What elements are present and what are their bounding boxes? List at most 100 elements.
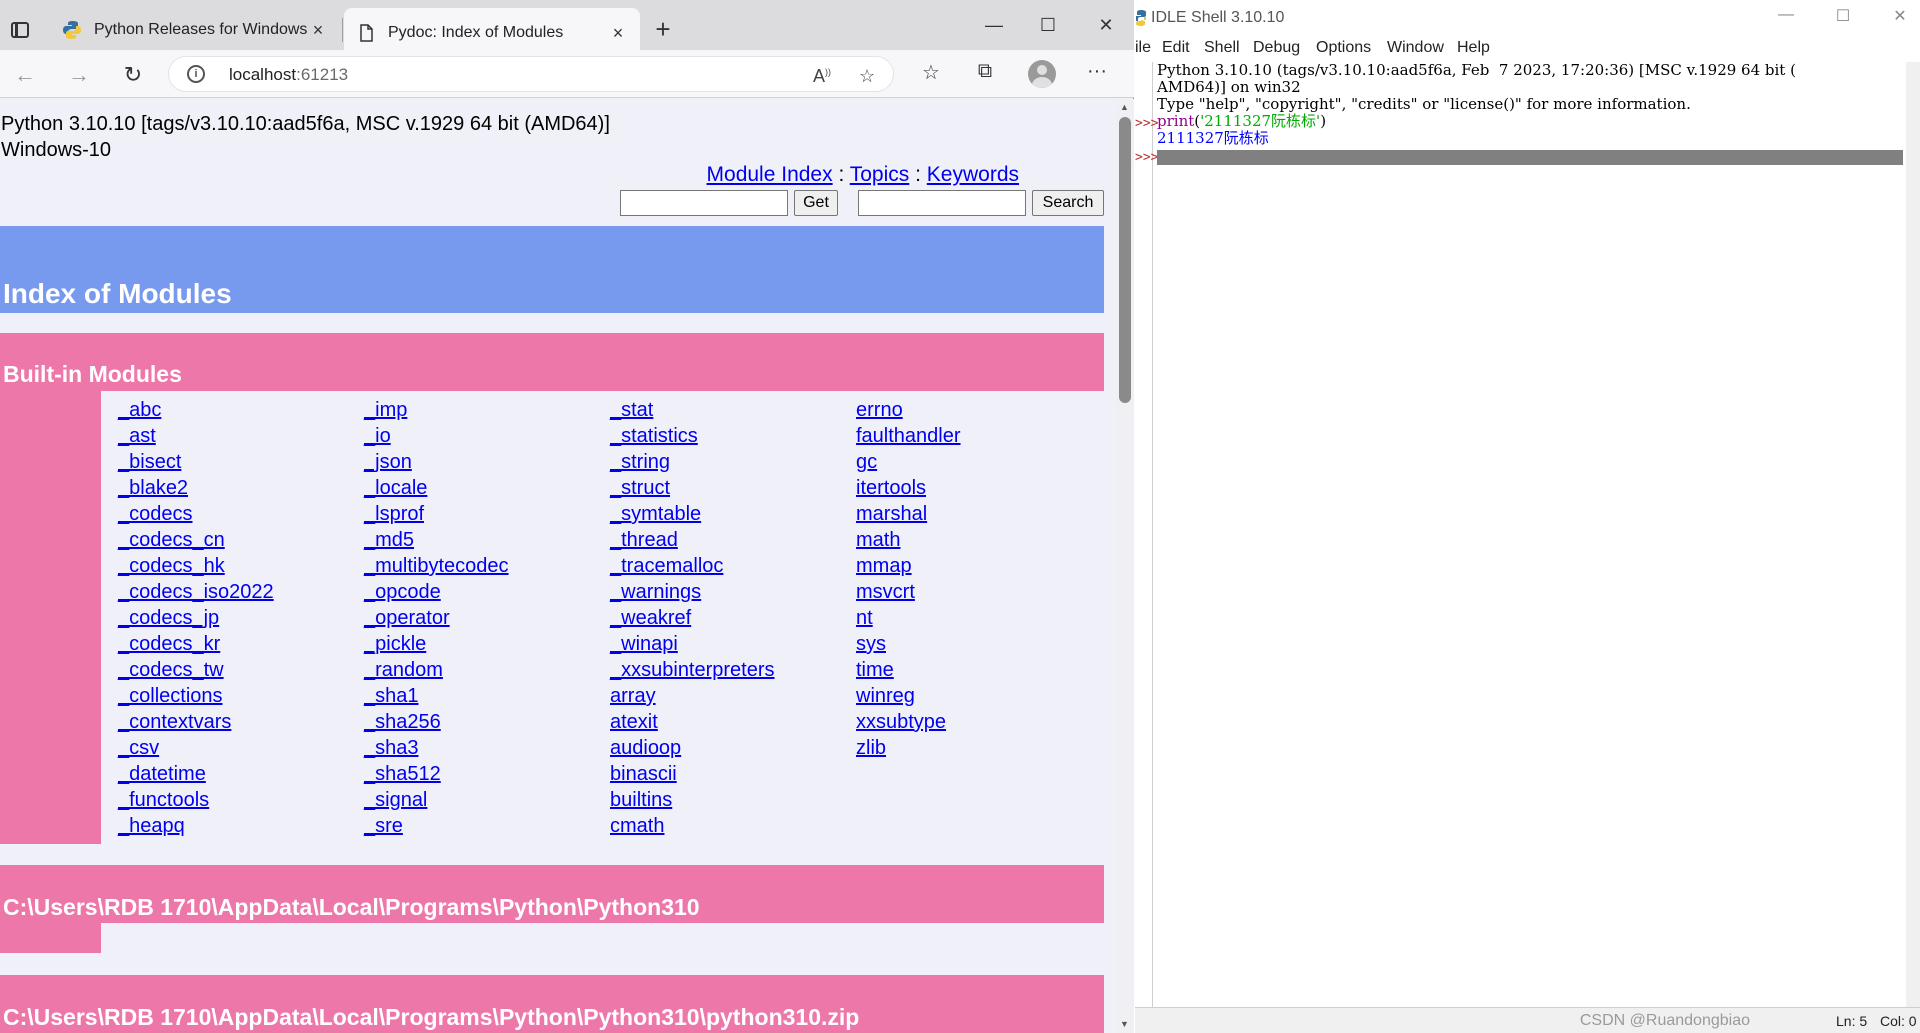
- back-button[interactable]: ←: [10, 60, 40, 90]
- module-link[interactable]: _codecs: [118, 501, 274, 527]
- menu-file[interactable]: ile: [1135, 39, 1151, 57]
- favorites-icon[interactable]: ☆: [916, 60, 946, 85]
- module-link[interactable]: _multibytecodec: [364, 553, 509, 579]
- module-link[interactable]: sys: [856, 631, 961, 657]
- search-button[interactable]: Search: [1032, 190, 1104, 216]
- module-link[interactable]: _heapq: [118, 813, 274, 839]
- module-link[interactable]: audioop: [610, 735, 775, 761]
- module-link[interactable]: _codecs_jp: [118, 605, 274, 631]
- module-link[interactable]: _csv: [118, 735, 274, 761]
- module-link[interactable]: _sha3: [364, 735, 509, 761]
- module-link[interactable]: _xxsubinterpreters: [610, 657, 775, 683]
- tab-close-icon[interactable]: ×: [308, 20, 328, 41]
- tab-close-icon[interactable]: ×: [608, 23, 628, 44]
- module-link[interactable]: time: [856, 657, 961, 683]
- menu-options[interactable]: Options: [1316, 39, 1371, 57]
- forward-button[interactable]: →: [64, 60, 94, 90]
- idle-maximize-button[interactable]: ☐: [1823, 6, 1863, 26]
- module-link[interactable]: _thread: [610, 527, 775, 553]
- module-link[interactable]: _bisect: [118, 449, 274, 475]
- module-link[interactable]: _stat: [610, 397, 775, 423]
- address-bar[interactable]: i localhost:61213 A)) ☆: [168, 56, 894, 92]
- module-link[interactable]: _operator: [364, 605, 509, 631]
- topics-link[interactable]: Topics: [850, 163, 910, 186]
- new-tab-button[interactable]: +: [648, 16, 678, 46]
- keywords-link[interactable]: Keywords: [927, 163, 1019, 186]
- idle-minimize-button[interactable]: —: [1766, 6, 1806, 24]
- search-input[interactable]: [858, 190, 1026, 216]
- module-link[interactable]: xxsubtype: [856, 709, 961, 735]
- module-link[interactable]: _lsprof: [364, 501, 509, 527]
- module-link[interactable]: _contextvars: [118, 709, 274, 735]
- module-link[interactable]: _md5: [364, 527, 509, 553]
- collections-icon[interactable]: ⧉: [970, 60, 1000, 83]
- module-link[interactable]: winreg: [856, 683, 961, 709]
- module-link[interactable]: _datetime: [118, 761, 274, 787]
- maximize-button[interactable]: ☐: [1028, 10, 1068, 40]
- module-link[interactable]: itertools: [856, 475, 961, 501]
- module-link[interactable]: _locale: [364, 475, 509, 501]
- menu-debug[interactable]: Debug: [1253, 39, 1300, 57]
- module-link[interactable]: gc: [856, 449, 961, 475]
- module-link[interactable]: _statistics: [610, 423, 775, 449]
- page-scrollbar[interactable]: ▲ ▼: [1116, 99, 1134, 1033]
- module-link[interactable]: _sha1: [364, 683, 509, 709]
- site-info-icon[interactable]: i: [187, 65, 205, 83]
- module-link[interactable]: _codecs_kr: [118, 631, 274, 657]
- module-link[interactable]: _tracemalloc: [610, 553, 775, 579]
- module-link[interactable]: _json: [364, 449, 509, 475]
- refresh-button[interactable]: ↻: [118, 60, 148, 90]
- favorite-add-icon[interactable]: ☆: [859, 66, 875, 87]
- menu-help[interactable]: Help: [1457, 39, 1490, 57]
- module-link[interactable]: _struct: [610, 475, 775, 501]
- module-link[interactable]: errno: [856, 397, 961, 423]
- idle-close-button[interactable]: ✕: [1880, 6, 1920, 26]
- module-link[interactable]: _blake2: [118, 475, 274, 501]
- module-link[interactable]: marshal: [856, 501, 961, 527]
- module-link[interactable]: binascii: [610, 761, 775, 787]
- module-link[interactable]: _sha256: [364, 709, 509, 735]
- module-link[interactable]: builtins: [610, 787, 775, 813]
- module-link[interactable]: _imp: [364, 397, 509, 423]
- more-menu-button[interactable]: ···: [1082, 60, 1112, 83]
- scroll-down-icon[interactable]: ▼: [1120, 1019, 1129, 1029]
- module-link[interactable]: math: [856, 527, 961, 553]
- module-index-link[interactable]: Module Index: [707, 163, 833, 186]
- module-link[interactable]: _symtable: [610, 501, 775, 527]
- module-link[interactable]: _functools: [118, 787, 274, 813]
- module-link[interactable]: faulthandler: [856, 423, 961, 449]
- scroll-up-icon[interactable]: ▲: [1120, 102, 1129, 112]
- module-link[interactable]: _warnings: [610, 579, 775, 605]
- address-url[interactable]: localhost:61213: [229, 65, 348, 85]
- module-link[interactable]: _sre: [364, 813, 509, 839]
- module-link[interactable]: _weakref: [610, 605, 775, 631]
- module-link[interactable]: atexit: [610, 709, 775, 735]
- module-link[interactable]: _signal: [364, 787, 509, 813]
- module-link[interactable]: zlib: [856, 735, 961, 761]
- tab-actions-button[interactable]: [4, 10, 36, 50]
- menu-window[interactable]: Window: [1387, 39, 1444, 57]
- module-link[interactable]: _sha512: [364, 761, 509, 787]
- minimize-button[interactable]: —: [974, 10, 1014, 40]
- menu-edit[interactable]: Edit: [1162, 39, 1190, 57]
- current-input-line[interactable]: [1157, 150, 1903, 165]
- module-link[interactable]: mmap: [856, 553, 961, 579]
- module-link[interactable]: _codecs_iso2022: [118, 579, 274, 605]
- module-link[interactable]: _pickle: [364, 631, 509, 657]
- scrollbar-thumb[interactable]: [1119, 117, 1131, 403]
- module-link[interactable]: _random: [364, 657, 509, 683]
- profile-avatar[interactable]: [1028, 60, 1056, 88]
- module-link[interactable]: nt: [856, 605, 961, 631]
- menu-shell[interactable]: Shell: [1204, 39, 1240, 57]
- module-link[interactable]: msvcrt: [856, 579, 961, 605]
- tab-python-releases[interactable]: Python Releases for Windows | P ×: [50, 8, 340, 52]
- module-link[interactable]: cmath: [610, 813, 775, 839]
- close-window-button[interactable]: ✕: [1086, 10, 1126, 40]
- module-link[interactable]: _codecs_tw: [118, 657, 274, 683]
- get-input[interactable]: [620, 190, 788, 216]
- module-link[interactable]: _io: [364, 423, 509, 449]
- idle-scrollbar[interactable]: [1906, 62, 1920, 1007]
- module-link[interactable]: _collections: [118, 683, 274, 709]
- module-link[interactable]: _codecs_cn: [118, 527, 274, 553]
- idle-shell-text[interactable]: Python 3.10.10 (tags/v3.10.10:aad5f6a, F…: [1157, 62, 1897, 1007]
